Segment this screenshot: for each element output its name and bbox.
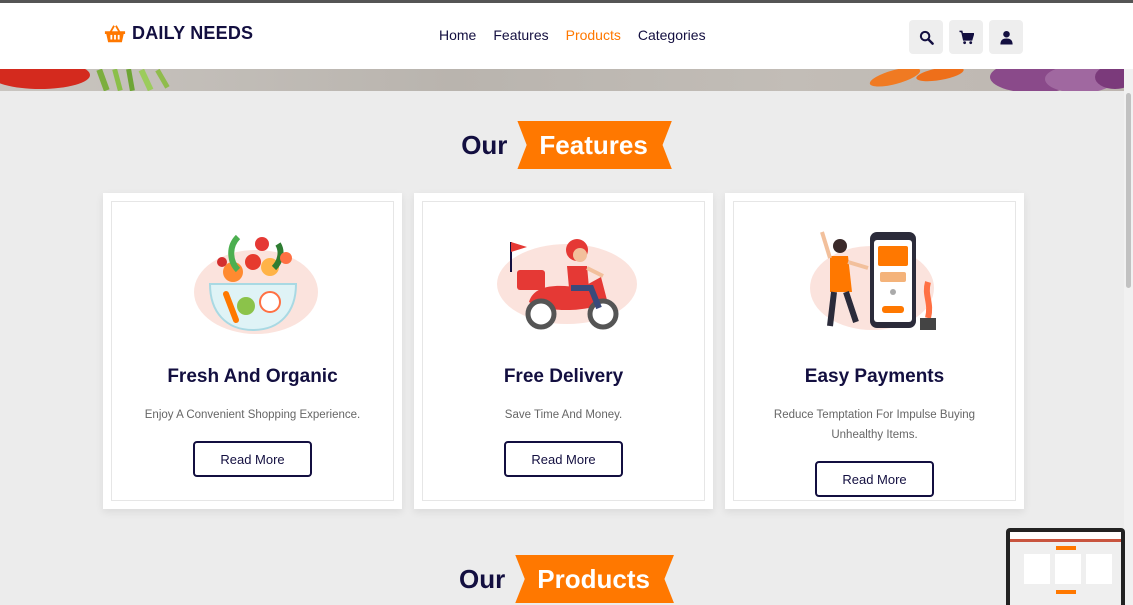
screen-preview-image [1010, 532, 1121, 605]
card-description: Reduce Temptation For Impulse Buying Unh… [773, 409, 976, 441]
read-more-button[interactable]: Read More [815, 461, 934, 497]
features-heading: Our Features [0, 121, 1133, 169]
read-more-button[interactable]: Read More [504, 441, 623, 477]
card-title: Easy Payments [804, 366, 945, 387]
header-actions [909, 20, 1023, 54]
feature-card-delivery: Free Delivery Save Time And Money. Read … [414, 193, 713, 509]
card-description: Save Time And Money. [504, 409, 623, 421]
vegetables-image [0, 69, 1133, 91]
card-title: Fresh And Organic [167, 366, 338, 387]
brand-name: DAILY NEEDS [132, 23, 254, 43]
delivery-scooter-icon [496, 239, 637, 330]
brand-logo[interactable]: DAILY NEEDS [104, 23, 253, 44]
nav-features[interactable]: Features [493, 27, 548, 43]
products-heading: Our Products [0, 555, 1133, 603]
card-title: Free Delivery [503, 366, 624, 387]
user-button[interactable] [989, 20, 1023, 54]
user-icon [999, 30, 1013, 45]
search-icon [919, 30, 934, 45]
screen-preview-thumbnail[interactable] [1006, 528, 1125, 605]
vegetable-bowl-icon [193, 234, 318, 334]
nav-home[interactable]: Home [439, 27, 476, 43]
hero-banner-strip [0, 69, 1133, 91]
read-more-button[interactable]: Read More [193, 441, 312, 477]
main-nav: Home Features Products Categories [439, 27, 706, 43]
cart-button[interactable] [949, 20, 983, 54]
page-scrollbar-thumb[interactable] [1126, 93, 1131, 288]
cart-icon [958, 30, 974, 44]
basket-icon [104, 24, 126, 42]
features-cards: Fresh And Organic Enjoy A Convenient Sho… [103, 193, 1024, 509]
nav-categories[interactable]: Categories [638, 27, 706, 43]
feature-card-fresh: Fresh And Organic Enjoy A Convenient Sho… [103, 193, 402, 509]
site-header: DAILY NEEDS Home Features Products Categ… [0, 3, 1133, 69]
search-button[interactable] [909, 20, 943, 54]
products-heading-ribbon: Products [515, 555, 674, 603]
nav-products[interactable]: Products [566, 27, 621, 43]
features-heading-ribbon: Features [517, 121, 672, 169]
card-description: Enjoy A Convenient Shopping Experience. [144, 409, 361, 421]
features-heading-our: Our [461, 129, 508, 160]
feature-card-payments: Easy Payments Reduce Temptation For Impu… [725, 193, 1024, 509]
products-heading-our: Our [459, 563, 506, 594]
phone-payment-icon [809, 231, 936, 330]
